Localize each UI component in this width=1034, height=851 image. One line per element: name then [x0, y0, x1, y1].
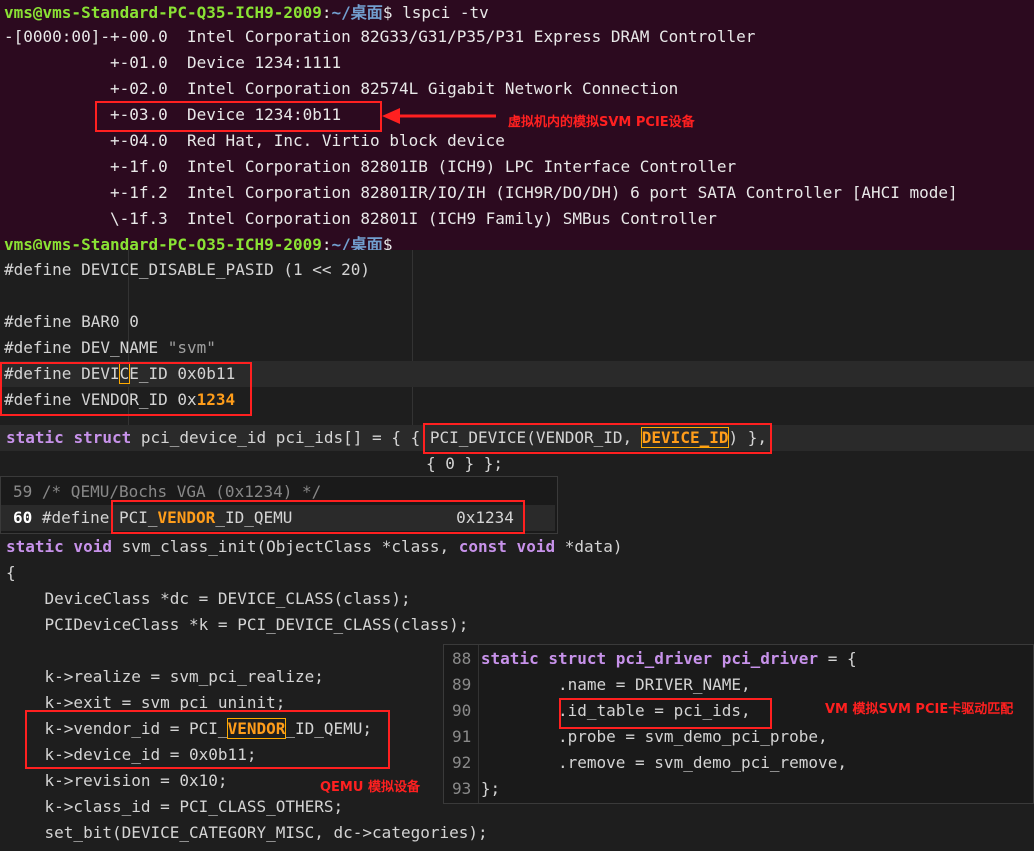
open-brace: { [6, 563, 16, 582]
assign-open: = { [818, 649, 857, 668]
line-number: 92 [452, 753, 472, 772]
code-text: .remove = svm_demo_pci_remove, [480, 753, 847, 772]
define-bar0: #define BAR0 0 [4, 312, 139, 331]
line-number: 93 [452, 779, 472, 798]
define-disable-pasid: #define DEVICE_DISABLE_PASID (1 << 20) [4, 260, 371, 279]
highlight-box-vendor-macro [111, 500, 525, 534]
keyword-struct: struct [538, 649, 607, 668]
class-init-params: *data) [555, 537, 623, 556]
highlight-box-id-table [559, 698, 772, 729]
lspci-line: \-1f.3 Intel Corporation 82801I (ICH9 Fa… [4, 209, 717, 228]
lspci-line: +-1f.2 Intel Corporation 82801IR/IO/IH (… [4, 183, 958, 202]
keyword-const: const [458, 537, 507, 556]
define-dev-name: #define DEV_NAME "svm" [4, 335, 216, 361]
var-name: pci_driver [712, 649, 819, 668]
prompt-path: ~/桌面 [331, 3, 383, 22]
prompt-colon: : [321, 3, 332, 22]
terminal-prompt-line-2: vms@vms-Standard-PC-Q35-ICH9-2009:~/桌面$ [4, 232, 392, 250]
pci-ids-decl-text: pci_device_id pci_ids[] = { [131, 428, 411, 447]
code-text: }; [480, 779, 501, 798]
code-line: PCIDeviceClass *k = PCI_DEVICE_CLASS(cla… [6, 615, 469, 634]
code-line: k->realize = svm_pci_realize; [6, 667, 324, 686]
keyword-static: static [480, 649, 539, 668]
keyword-static: static [6, 537, 64, 556]
line-number: 88 [452, 649, 472, 668]
keyword-void: void [63, 537, 112, 556]
code-line: k->revision = 0x10; [6, 771, 228, 790]
define-dev-name-key: #define DEV_NAME [4, 338, 168, 357]
prompt-user: vms@vms-Standard-PC-Q35-ICH9-2009 [4, 3, 322, 22]
prompt-dollar: $ [382, 3, 403, 22]
line-number: 90 [452, 701, 472, 720]
line-number: 60 [13, 508, 33, 527]
code-text: .name = DRIVER_NAME, [480, 675, 751, 694]
line-number: 59 [13, 482, 33, 501]
lspci-line: -[0000:00]-+-00.0 Intel Corporation 82G3… [4, 27, 756, 46]
prompt-colon: : [321, 235, 332, 250]
annotation-qemu-device: QEMU 模拟设备 [320, 780, 420, 795]
keyword-struct: struct [73, 428, 132, 447]
code-text: .probe = svm_demo_pci_probe, [480, 727, 828, 746]
code-line: k->class_id = PCI_CLASS_OTHERS; [6, 797, 344, 816]
class-init-signature: static void svm_class_init(ObjectClass *… [6, 534, 623, 560]
highlight-box-defines [0, 362, 252, 416]
peek-line-88: 88 static struct pci_driver pci_driver =… [452, 646, 857, 672]
define-keyword: #define [41, 508, 110, 527]
define-dev-name-value: "svm" [167, 338, 216, 357]
lspci-line: +-02.0 Intel Corporation 82574L Gigabit … [4, 79, 679, 98]
line-number: 89 [452, 675, 472, 694]
peek-line-93: 93 }; [452, 776, 500, 802]
lspci-line: +-01.0 Device 1234:1111 [4, 53, 342, 72]
highlight-box-class-init-ids [25, 710, 390, 769]
highlight-box-pci-device [423, 423, 772, 454]
prompt-dollar: $ [382, 235, 393, 250]
prompt-path: ~/桌面 [331, 235, 383, 250]
comment-text: /* QEMU/Bochs VGA (0x1234) */ [41, 482, 322, 501]
terminal-prompt-line: vms@vms-Standard-PC-Q35-ICH9-2009:~/桌面$ … [4, 0, 489, 26]
pci-ids-terminator: { 0 } }; [426, 454, 504, 473]
indent-guide [412, 250, 413, 425]
line-number: 91 [452, 727, 472, 746]
lspci-line: +-1f.0 Intel Corporation 82801IB (ICH9) … [4, 157, 737, 176]
keyword-static: static [6, 428, 64, 447]
annotation-driver-match: VM 模拟SVM PCIE卡驱动匹配 [825, 702, 1014, 717]
class-init-name: svm_class_init(ObjectClass *class, [111, 537, 459, 556]
highlight-box-lspci-device [95, 101, 382, 132]
terminal-command: lspci -tv [402, 3, 489, 22]
keyword-void: void [506, 537, 556, 556]
code-line: DeviceClass *dc = DEVICE_CLASS(class); [6, 589, 411, 608]
type-name: pci_driver [606, 649, 713, 668]
peek-line-89: 89 .name = DRIVER_NAME, [452, 672, 751, 698]
peek-line-92: 92 .remove = svm_demo_pci_remove, [452, 750, 847, 776]
arrow-icon [382, 108, 496, 124]
code-line: set_bit(DEVICE_CATEGORY_MISC, dc->catego… [6, 823, 488, 842]
prompt-user: vms@vms-Standard-PC-Q35-ICH9-2009 [4, 235, 322, 250]
annotation-virtual-device: 虚拟机内的模拟SVM PCIE设备 [508, 115, 695, 130]
